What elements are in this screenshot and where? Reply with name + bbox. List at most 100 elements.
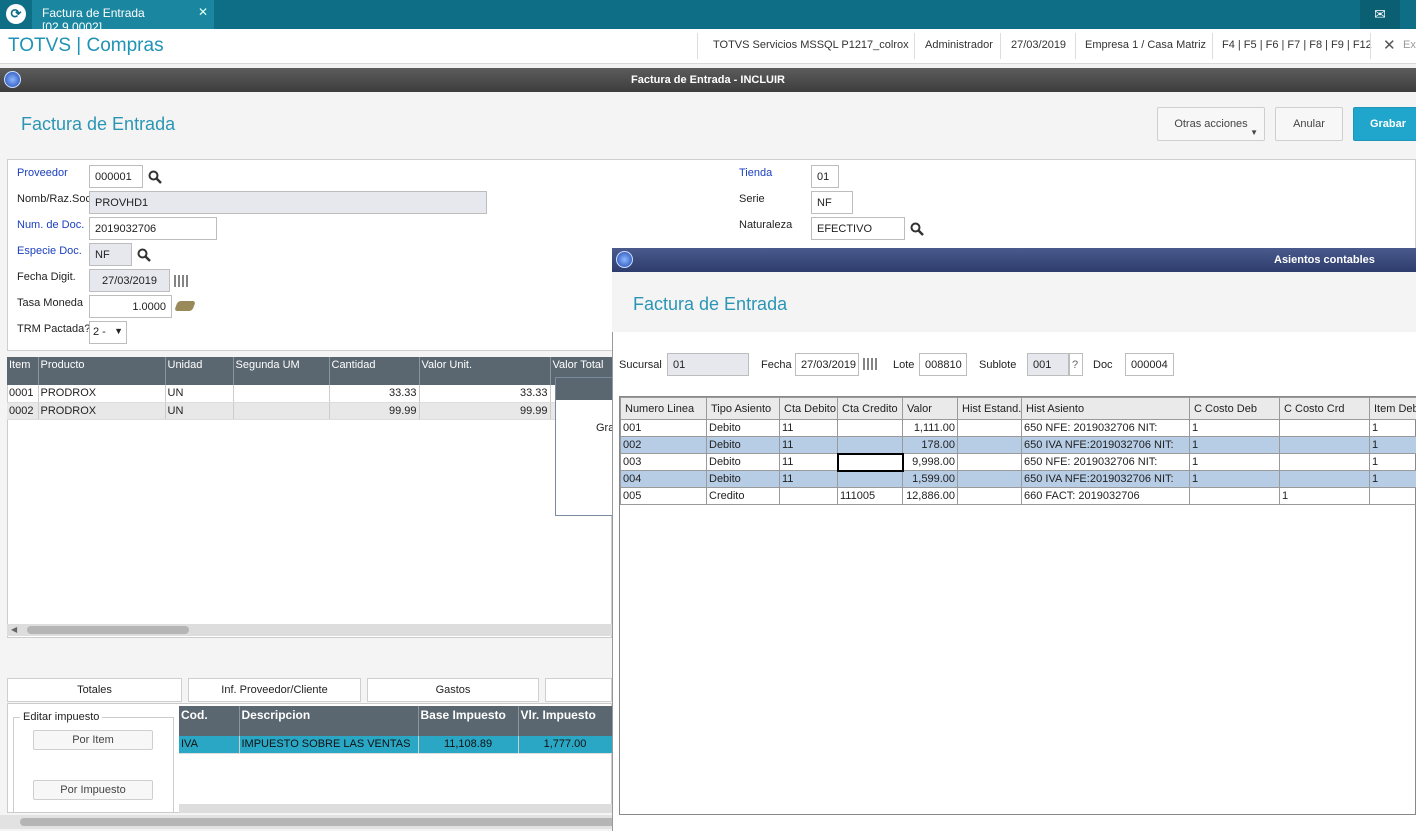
tienda-field[interactable]: 01 bbox=[811, 165, 839, 188]
cell[interactable]: 1 bbox=[1189, 453, 1280, 471]
cell[interactable]: 650 IVA NFE:2019032706 NIT: bbox=[1021, 470, 1190, 488]
taxes-hscrollbar[interactable] bbox=[179, 804, 612, 813]
col-header[interactable]: Valor bbox=[902, 397, 958, 420]
anular-button[interactable]: Anular bbox=[1275, 107, 1343, 141]
cell[interactable]: Debito bbox=[706, 470, 780, 488]
col-header[interactable]: Item Debi bbox=[1369, 397, 1416, 420]
search-icon[interactable] bbox=[148, 170, 162, 184]
scroll-left-icon[interactable]: ◀ bbox=[11, 625, 17, 634]
tab-inf-proveedor[interactable]: Inf. Proveedor/Cliente bbox=[188, 678, 361, 702]
sucursal-field[interactable]: 01 bbox=[667, 353, 749, 376]
tasa-field[interactable]: 1.0000 bbox=[89, 295, 172, 318]
col-header[interactable]: Descripcion bbox=[239, 706, 419, 736]
cell[interactable]: 005 bbox=[620, 487, 707, 505]
exit-icon[interactable]: ✕ bbox=[1383, 36, 1396, 54]
numdoc-field[interactable]: 2019032706 bbox=[89, 217, 217, 240]
totvs-logo-icon[interactable]: ⟳ bbox=[6, 4, 26, 24]
cell[interactable] bbox=[1279, 470, 1370, 488]
cell[interactable] bbox=[957, 453, 1022, 471]
cell[interactable]: 111005 bbox=[837, 487, 903, 505]
table-row[interactable]: 0001 PRODROX UN 33.33 33.33 bbox=[7, 385, 613, 403]
cell[interactable]: 178.00 bbox=[902, 436, 958, 454]
cell[interactable]: 660 FACT: 2019032706 bbox=[1021, 487, 1190, 505]
cell[interactable] bbox=[779, 487, 838, 505]
trm-select[interactable]: 2 - ▼ bbox=[89, 321, 127, 344]
cell[interactable]: 1 bbox=[1189, 470, 1280, 488]
cell[interactable]: 650 NFE: 2019032706 NIT: bbox=[1021, 453, 1190, 471]
cell[interactable]: 11 bbox=[779, 470, 838, 488]
cell[interactable]: 0001 bbox=[7, 385, 39, 403]
cell[interactable] bbox=[957, 419, 1022, 437]
search-icon[interactable] bbox=[137, 248, 151, 262]
tab-gastos[interactable]: Gastos bbox=[367, 678, 539, 702]
col-header[interactable]: Segunda UM bbox=[233, 357, 330, 385]
calendar-icon[interactable] bbox=[863, 358, 878, 370]
cell[interactable]: 002 bbox=[620, 436, 707, 454]
especie-field[interactable]: NF bbox=[89, 243, 132, 266]
tab-factura-entrada[interactable]: Factura de Entrada [02.9.0002] ✕ bbox=[32, 0, 214, 34]
sublote-field[interactable]: 001 bbox=[1027, 353, 1069, 376]
table-row[interactable]: 004 Debito 11 1,599.00 650 IVA NFE:201903270… bbox=[620, 470, 1416, 488]
col-header[interactable]: Valor Unit. bbox=[419, 357, 551, 385]
cell[interactable] bbox=[1279, 419, 1370, 437]
cell[interactable]: 33.33 bbox=[329, 385, 420, 403]
cell[interactable] bbox=[233, 402, 330, 420]
cell[interactable]: Credito bbox=[706, 487, 780, 505]
cell[interactable] bbox=[1279, 453, 1370, 471]
cell[interactable]: Debito bbox=[706, 419, 780, 437]
naturaleza-field[interactable]: EFECTIVO bbox=[811, 217, 905, 240]
cell[interactable]: 650 IVA NFE:2019032706 NIT: bbox=[1021, 436, 1190, 454]
cell[interactable]: IMPUESTO SOBRE LAS VENTAS bbox=[239, 736, 419, 754]
cell[interactable]: PRODROX bbox=[38, 402, 166, 420]
col-header[interactable]: Vlr. Impuesto bbox=[518, 706, 613, 736]
col-header[interactable]: Unidad bbox=[165, 357, 234, 385]
serie-field[interactable]: NF bbox=[811, 191, 853, 214]
cell[interactable] bbox=[957, 470, 1022, 488]
cell[interactable] bbox=[837, 436, 903, 454]
sublote-help-button[interactable]: ? bbox=[1069, 353, 1083, 376]
table-row[interactable]: 002 Debito 11 178.00 650 IVA NFE:2019032706 … bbox=[620, 436, 1416, 454]
cell[interactable]: 1 bbox=[1369, 453, 1416, 471]
cell[interactable]: 650 NFE: 2019032706 NIT: bbox=[1021, 419, 1190, 437]
cell[interactable]: 1 bbox=[1279, 487, 1370, 505]
nomb-field[interactable]: PROVHD1 bbox=[89, 191, 487, 214]
cell[interactable] bbox=[1279, 436, 1370, 454]
fecha-field[interactable]: 27/03/2019 bbox=[89, 269, 170, 292]
modal-fecha-field[interactable]: 27/03/2019 bbox=[795, 353, 859, 376]
cell[interactable] bbox=[1369, 487, 1416, 505]
table-row[interactable]: 0002 PRODROX UN 99.99 99.99 bbox=[7, 402, 613, 420]
cell[interactable] bbox=[1189, 487, 1280, 505]
cell[interactable] bbox=[836, 452, 904, 472]
exit-label[interactable]: Ex bbox=[1403, 39, 1416, 51]
cell[interactable]: 11 bbox=[779, 419, 838, 437]
table-row[interactable]: IVA IMPUESTO SOBRE LAS VENTAS 11,108.89 … bbox=[179, 736, 613, 754]
cell[interactable] bbox=[957, 487, 1022, 505]
cell[interactable]: 33.33 bbox=[419, 385, 551, 403]
proveedor-field[interactable]: 000001 bbox=[89, 165, 143, 188]
tab-more[interactable] bbox=[545, 678, 612, 702]
cell[interactable]: Debito bbox=[706, 436, 780, 454]
cell[interactable]: 1,777.00 bbox=[518, 736, 613, 754]
doc-field[interactable]: 000004 bbox=[1125, 353, 1174, 376]
col-header[interactable]: Cantidad bbox=[329, 357, 420, 385]
cell[interactable]: 1 bbox=[1189, 419, 1280, 437]
search-icon[interactable] bbox=[910, 222, 924, 236]
cell[interactable]: 003 bbox=[620, 453, 707, 471]
cell[interactable]: 001 bbox=[620, 419, 707, 437]
col-header[interactable]: Numero Linea bbox=[620, 397, 707, 420]
cell[interactable]: 0002 bbox=[7, 402, 39, 420]
otras-acciones-button[interactable]: Otras acciones ▼ bbox=[1157, 107, 1265, 141]
table-row[interactable]: 005 Credito 111005 12,886.00 660 FACT: 20190… bbox=[620, 487, 1416, 505]
col-header[interactable]: Cod. bbox=[179, 706, 240, 736]
cell[interactable]: IVA bbox=[179, 736, 240, 754]
col-header[interactable]: Cta Debito bbox=[779, 397, 838, 420]
col-header[interactable]: C Costo Deb bbox=[1189, 397, 1280, 420]
cell[interactable]: UN bbox=[165, 385, 234, 403]
col-header[interactable]: Base Impuesto bbox=[418, 706, 519, 736]
col-header[interactable]: Producto bbox=[38, 357, 166, 385]
cell[interactable] bbox=[957, 436, 1022, 454]
table-row[interactable]: 003 Debito 11 9,998.00 650 NFE: 2019032706 N… bbox=[620, 452, 1416, 472]
cell[interactable]: 11,108.89 bbox=[418, 736, 519, 754]
cell[interactable]: 99.99 bbox=[419, 402, 551, 420]
shortcut-keys[interactable]: F4 | F5 | F6 | F7 | F8 | F9 | F12 bbox=[1222, 39, 1372, 51]
